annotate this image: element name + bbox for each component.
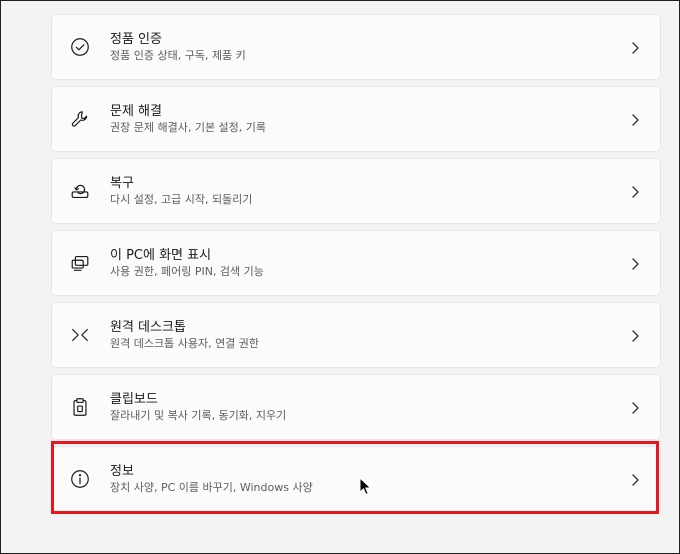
chevron-right-icon <box>630 328 640 342</box>
chevron-right-icon <box>630 256 640 270</box>
settings-item-subtitle: 잘라내기 및 복사 기록, 동기화, 지우기 <box>110 409 287 422</box>
settings-item-title: 정보 <box>110 464 134 479</box>
settings-item-subtitle: 다시 설정, 고급 시작, 되돌리기 <box>110 193 253 206</box>
wrench-icon <box>68 107 92 131</box>
chevron-right-icon <box>630 112 640 126</box>
settings-item-clipboard[interactable]: 클립보드 잘라내기 및 복사 기록, 동기화, 지우기 <box>51 374 661 440</box>
settings-item-subtitle: 사용 권한, 페어링 PIN, 검색 기능 <box>110 265 264 278</box>
settings-item-subtitle: 정품 인증 상태, 구독, 제품 키 <box>110 49 246 62</box>
recovery-icon <box>68 179 92 203</box>
settings-item-title: 클립보드 <box>110 392 158 407</box>
settings-item-remote-desktop[interactable]: 원격 데스크톱 원격 데스크톱 사용자, 연결 권한 <box>51 302 661 368</box>
check-circle-icon <box>68 35 92 59</box>
settings-item-subtitle: 원격 데스크톱 사용자, 연결 권한 <box>110 337 260 350</box>
remote-desktop-icon <box>68 323 92 347</box>
settings-item-title: 이 PC에 화면 표시 <box>110 248 212 263</box>
settings-item-recovery[interactable]: 복구 다시 설정, 고급 시작, 되돌리기 <box>51 158 661 224</box>
settings-item-activation[interactable]: 정품 인증 정품 인증 상태, 구독, 제품 키 <box>51 14 661 80</box>
mouse-cursor-icon <box>359 477 372 496</box>
chevron-right-icon <box>630 184 640 198</box>
settings-item-title: 원격 데스크톱 <box>110 320 186 335</box>
settings-item-project-to-pc[interactable]: 이 PC에 화면 표시 사용 권한, 페어링 PIN, 검색 기능 <box>51 230 661 296</box>
chevron-right-icon <box>630 400 640 414</box>
settings-item-subtitle: 권장 문제 해결사, 기본 설정, 기록 <box>110 121 267 134</box>
settings-item-title: 복구 <box>110 176 134 191</box>
settings-item-subtitle: 장치 사양, PC 이름 바꾸기, Windows 사양 <box>110 481 313 494</box>
settings-item-about[interactable]: 정보 장치 사양, PC 이름 바꾸기, Windows 사양 <box>51 446 661 512</box>
info-circle-icon <box>68 467 92 491</box>
settings-item-title: 정품 인증 <box>110 32 162 47</box>
chevron-right-icon <box>630 472 640 486</box>
project-screen-icon <box>68 251 92 275</box>
chevron-right-icon <box>630 40 640 54</box>
settings-window: 정품 인증 정품 인증 상태, 구독, 제품 키 문제 해결 권장 문제 해결사… <box>0 0 680 554</box>
clipboard-icon <box>68 395 92 419</box>
settings-item-title: 문제 해결 <box>110 104 162 119</box>
settings-item-troubleshoot[interactable]: 문제 해결 권장 문제 해결사, 기본 설정, 기록 <box>51 86 661 152</box>
